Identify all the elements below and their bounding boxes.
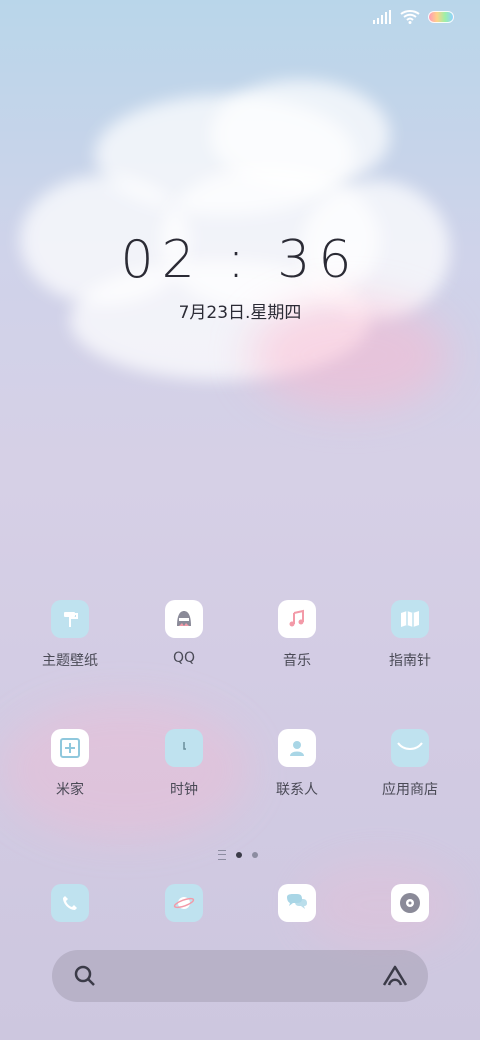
- page-indicator[interactable]: [218, 850, 258, 860]
- music-note-icon: [278, 600, 316, 638]
- app-label: 米家: [56, 782, 84, 798]
- browser-planet-icon: [165, 884, 203, 922]
- app-qq[interactable]: QQ: [128, 600, 240, 666]
- music-disc-icon: [391, 884, 429, 922]
- dock-browser[interactable]: [128, 884, 240, 922]
- app-mijia[interactable]: 米家: [14, 729, 126, 799]
- wifi-icon: [400, 10, 420, 24]
- map-icon: [391, 600, 429, 638]
- app-label: 时钟: [170, 782, 198, 798]
- app-store-bag-icon: [391, 729, 429, 767]
- app-music[interactable]: 音乐: [241, 600, 353, 670]
- status-bar: [372, 10, 454, 24]
- search-bar[interactable]: [52, 950, 428, 1002]
- paint-roller-icon: [51, 600, 89, 638]
- clock-icon: [165, 729, 203, 767]
- contact-person-icon: [278, 729, 316, 767]
- app-label: 指南针: [389, 653, 431, 669]
- app-label: 应用商店: [382, 782, 438, 798]
- phone-icon: [51, 884, 89, 922]
- app-label: 联系人: [276, 782, 318, 798]
- dock-phone[interactable]: [14, 884, 126, 922]
- qq-penguin-icon: [165, 600, 203, 638]
- messages-bubble-icon: [278, 884, 316, 922]
- assistant-a-icon[interactable]: [382, 965, 408, 987]
- app-compass[interactable]: 指南针: [354, 600, 466, 670]
- page-dot-2[interactable]: [252, 852, 258, 858]
- app-clock[interactable]: 时钟: [128, 729, 240, 799]
- app-label: 音乐: [283, 653, 311, 669]
- app-theme-wallpaper[interactable]: 主题壁纸: [14, 600, 126, 670]
- app-drawer-lines-icon[interactable]: [218, 850, 226, 860]
- mijia-plus-icon: [51, 729, 89, 767]
- page-dot-1[interactable]: [236, 852, 242, 858]
- search-icon[interactable]: [74, 965, 96, 987]
- dock-music-player[interactable]: [354, 884, 466, 922]
- clock-date[interactable]: 7月23日.星期四: [0, 298, 480, 323]
- signal-bars-icon: [373, 10, 391, 24]
- app-app-store[interactable]: 应用商店: [354, 729, 466, 799]
- app-label: 主题壁纸: [42, 653, 98, 669]
- app-contacts[interactable]: 联系人: [241, 729, 353, 799]
- clock-time[interactable]: 02 : 36: [0, 230, 480, 290]
- app-label: QQ: [172, 650, 196, 666]
- battery-icon: [428, 11, 454, 23]
- dock-messages[interactable]: [241, 884, 353, 922]
